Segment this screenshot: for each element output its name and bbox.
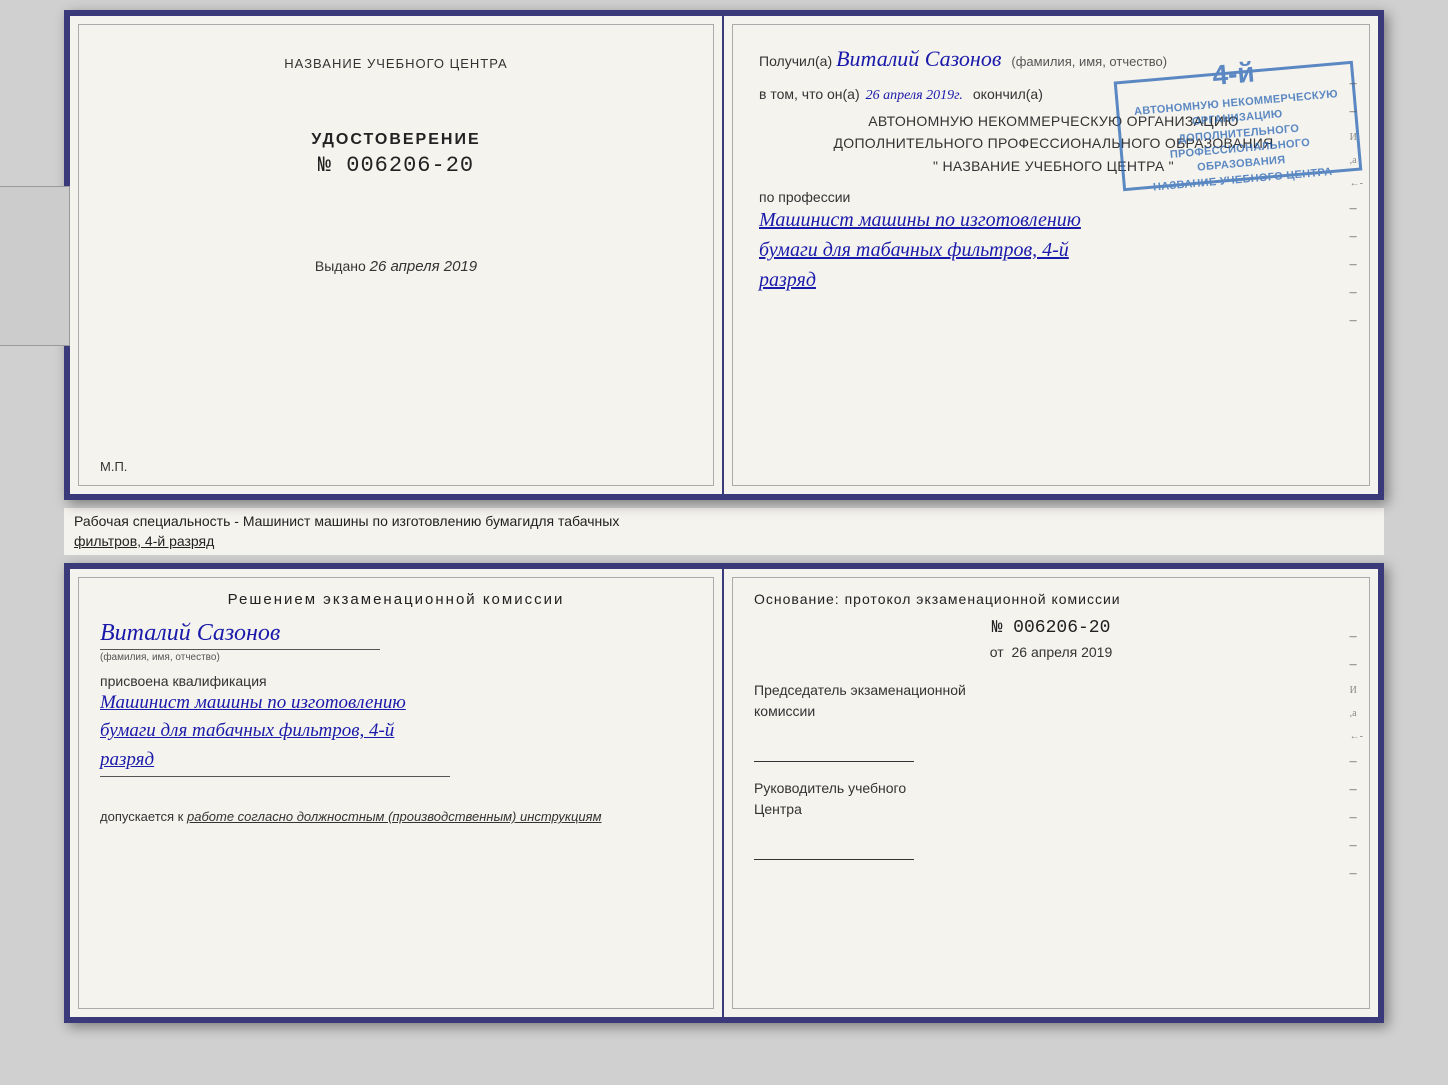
b-dash-7: – [1350,782,1363,798]
head-signature-line [754,840,914,860]
dash-7: – [1350,229,1363,245]
b-dash-9: – [1350,838,1363,854]
work-permission: допускается к работе согласно должностны… [100,809,692,824]
bottom-right-marks: – – И ,а ←- – – – – – [1350,629,1363,882]
recipient-name: Виталий Сазонов [836,46,1001,72]
chairman-signature-line [754,742,914,762]
profession-line2: бумаги для табачных фильтров, 4-й [759,235,1348,265]
received-label: Получил(а) [759,53,832,69]
name-line: Виталий Сазонов (фамилия, имя, отчество) [100,620,692,663]
certificate-number: № 006206-20 [311,153,480,178]
basis-line: Основание: протокол экзаменационной коми… [754,589,1348,610]
dash-2: – [1350,104,1363,120]
decision-title: Решением экзаменационной комиссии [100,589,692,612]
qualification-label: присвоена квалификация [100,673,692,689]
between-line1: Рабочая специальность - Машинист машины … [74,512,1374,532]
date-prefix: от [990,644,1004,660]
photo-area [0,186,70,346]
okonchil-label: окончил(а) [973,86,1043,102]
b-dash-6: – [1350,754,1363,770]
chairman-title: Председатель экзаменационной комиссии [754,680,1348,722]
between-line2: фильтров, 4-й разряд [74,532,1374,552]
dash-5: ←- [1350,178,1363,189]
dash-9: – [1350,285,1363,301]
dash-8: – [1350,257,1363,273]
qualification-line1: Машинист машины по изготовлению [100,689,692,718]
issued-date: 26 апреля 2019 [370,258,477,275]
protocol-number: № 006206-20 [754,618,1348,638]
dash-4: ,а [1350,155,1363,166]
profession-line3: разряд [759,265,1348,295]
work-permission-prefix: допускается к [100,809,183,824]
school-name-label: НАЗВАНИЕ УЧЕБНОГО ЦЕНТРА [284,56,507,71]
qualification-line2: бумаги для табачных фильтров, 4-й [100,717,692,746]
date-line: от 26 апреля 2019 [754,644,1348,660]
b-dash-5: ←- [1350,731,1363,742]
chairman-block: Председатель экзаменационной комиссии [754,680,1348,762]
bottom-right-page: Основание: протокол экзаменационной коми… [724,569,1378,1017]
top-document: НАЗВАНИЕ УЧЕБНОГО ЦЕНТРА УДОСТОВЕРЕНИЕ №… [64,10,1384,500]
stamp-content: 4-й АВТОНОМНУЮ НЕКОММЕРЧЕСКУЮ ОРГАНИЗАЦИ… [1116,48,1361,204]
left-page-border [78,24,714,486]
mp-label: М.П. [100,459,127,474]
work-permission-text: работе согласно должностным (производств… [187,809,602,824]
head-block: Руководитель учебного Центра [754,778,1348,860]
date-value: 26 апреля 2019 [1012,644,1113,660]
bottom-left-page: Решением экзаменационной комиссии Витали… [70,569,724,1017]
head-title: Руководитель учебного Центра [754,778,1348,820]
stamp-text: АВТОНОМНУЮ НЕКОММЕРЧЕСКУЮ ОРГАНИЗАЦИЮ ДО… [1118,80,1360,204]
bottom-document: Решением экзаменационной комиссии Витали… [64,563,1384,1023]
right-marks: – – И ,а ←- – – – – – [1350,76,1363,329]
person-name: Виталий Сазонов [100,620,280,647]
profession-line1: Машинист машины по изготовлению [759,205,1348,235]
b-dash-1: – [1350,629,1363,645]
b-dash-10: – [1350,866,1363,882]
dash-10: – [1350,313,1363,329]
certificate-title: УДОСТОВЕРЕНИЕ [311,131,480,149]
bottom-name-subtitle: (фамилия, имя, отчество) [100,652,220,663]
dash-1: – [1350,76,1363,92]
b-dash-3: И [1350,685,1363,696]
issued-line: Выдано 26 апреля 2019 [315,258,477,275]
left-page: НАЗВАНИЕ УЧЕБНОГО ЦЕНТРА УДОСТОВЕРЕНИЕ №… [70,16,724,494]
certificate-title-block: УДОСТОВЕРЕНИЕ № 006206-20 [311,131,480,178]
between-label: Рабочая специальность - Машинист машины … [64,508,1384,555]
right-page: Получил(а) Виталий Сазонов (фамилия, имя… [724,16,1378,494]
stamp-overlay: 4-й АВТОНОМНУЮ НЕКОММЕРЧЕСКУЮ ОРГАНИЗАЦИ… [1114,61,1363,191]
issued-label: Выдано [315,258,366,274]
qualification-line3: разряд [100,746,692,775]
vtom-date: 26 апреля 2019г. [866,88,963,104]
b-dash-2: – [1350,657,1363,673]
b-dash-8: – [1350,810,1363,826]
dash-6: – [1350,201,1363,217]
dash-3: И [1350,132,1363,143]
page-wrapper: НАЗВАНИЕ УЧЕБНОГО ЦЕНТРА УДОСТОВЕРЕНИЕ №… [0,0,1448,1085]
b-dash-4: ,а [1350,708,1363,719]
vtom-prefix: в том, что он(а) [759,86,860,102]
